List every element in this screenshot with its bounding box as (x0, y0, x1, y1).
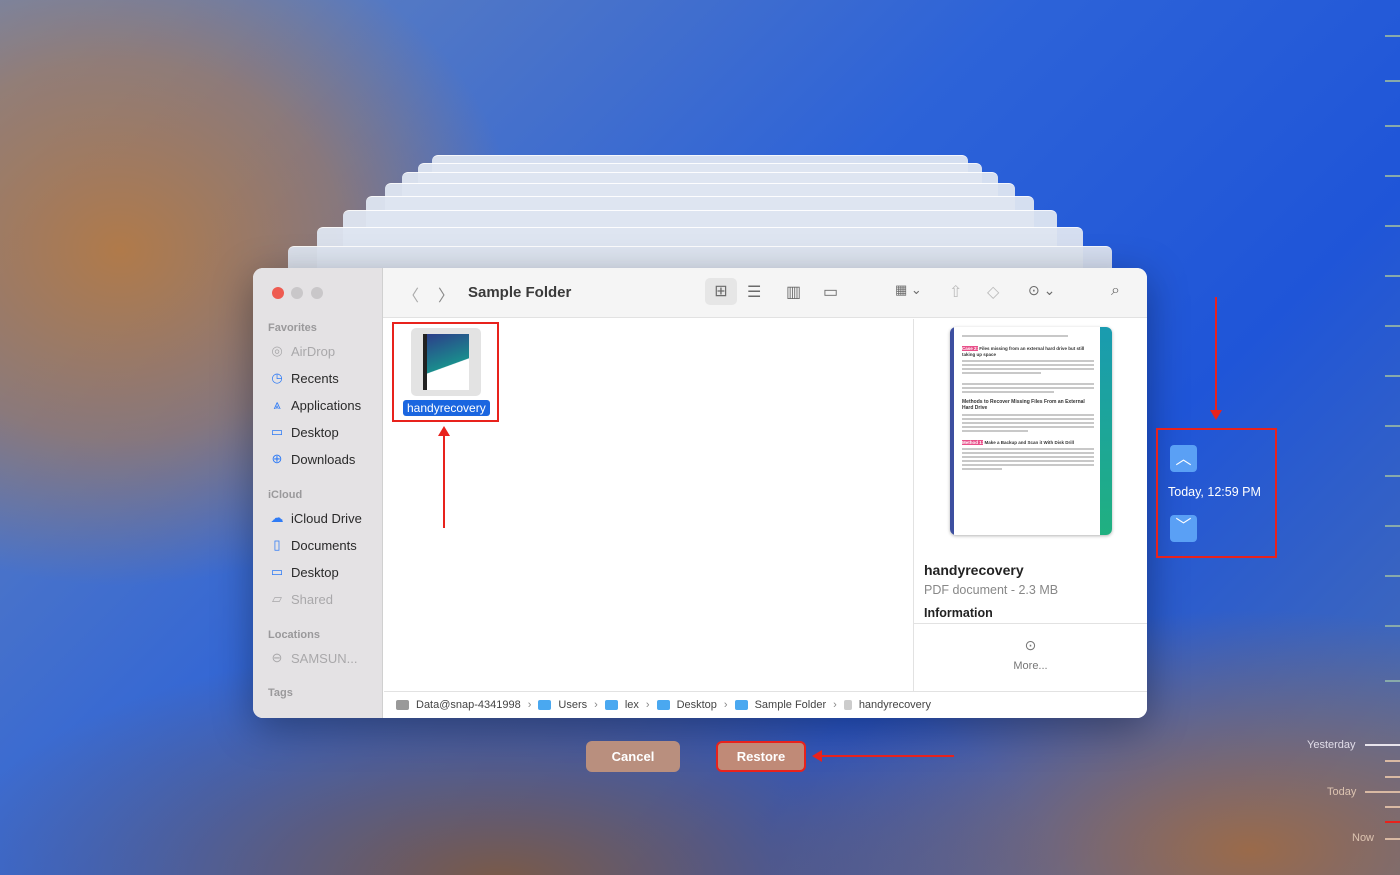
arrowhead-icon (438, 426, 450, 436)
more-button[interactable]: ⊙ More... (914, 637, 1147, 672)
cloud-icon: ☁ (270, 510, 284, 525)
timeline-label-yesterday[interactable]: Yesterday (1307, 739, 1356, 751)
annotation-file-box (392, 322, 499, 422)
applications-icon: ⩓ (273, 397, 281, 412)
sidebar: Favorites ◎ AirDrop ◷ Recents ⩓ Application… (253, 268, 383, 718)
arrowhead-icon (812, 750, 822, 762)
sidebar-item-samsung[interactable]: ⊖ SAMSUN... (269, 650, 358, 666)
pdf-preview: Case 2: Files missing from an external h… (950, 327, 1112, 535)
desktop-icon: ▭ (270, 564, 284, 579)
sidebar-item-documents[interactable]: ▯ Documents (269, 537, 356, 553)
clock-icon: ◷ (271, 370, 283, 385)
list-view-button[interactable]: ☰ (747, 282, 761, 302)
folder-icon (656, 700, 670, 710)
folder-icon (604, 700, 618, 710)
preview-file-name: handyrecovery (924, 562, 1024, 578)
arrowhead-icon (1210, 410, 1222, 420)
path-item[interactable]: handyrecovery (859, 699, 931, 711)
path-item[interactable]: Data@snap-4341998 (416, 699, 521, 711)
folder-icon (734, 700, 748, 710)
sidebar-item-shared[interactable]: ▱ Shared (269, 591, 333, 607)
desktop-icon: ▭ (270, 424, 284, 439)
gallery-view-button[interactable]: ▭ (823, 282, 838, 302)
forward-button[interactable]: 〉 (438, 282, 454, 306)
annotation-arrow-left (822, 755, 954, 757)
back-button[interactable]: 〈 (403, 282, 419, 306)
disk-icon (396, 700, 409, 710)
chevron-down-icon: ﹀ (1175, 518, 1192, 535)
window-title: Sample Folder (468, 284, 572, 301)
folder-icon (538, 700, 552, 710)
sidebar-item-airdrop[interactable]: ◎ AirDrop (269, 343, 335, 359)
next-backup-button[interactable]: ﹀ (1170, 515, 1197, 542)
minimize-button[interactable] (291, 287, 303, 299)
chevron-up-icon: ︿ (1175, 451, 1192, 468)
pdf-file-icon (843, 700, 852, 710)
column-view-button[interactable]: ▥ (786, 282, 801, 302)
backup-timestamp: Today, 12:59 PM (1168, 485, 1261, 499)
previous-backup-button[interactable]: ︿ (1170, 445, 1197, 472)
section-icloud: iCloud (268, 489, 303, 501)
drive-icon: ⊖ (271, 650, 283, 665)
section-locations: Locations (268, 629, 320, 641)
path-item[interactable]: Users (558, 699, 587, 711)
sidebar-item-desktop[interactable]: ▭ Desktop (269, 424, 339, 440)
timeline-label-now[interactable]: Now (1352, 832, 1374, 844)
close-button[interactable] (272, 287, 284, 299)
path-item[interactable]: Sample Folder (755, 699, 827, 711)
zoom-button[interactable] (311, 287, 323, 299)
sidebar-item-recents[interactable]: ◷ Recents (269, 370, 338, 386)
icon-view-button[interactable]: ⊞ (705, 278, 737, 305)
ellipsis-circle-icon: ⊙ (1024, 637, 1037, 653)
toolbar: 〈 〉 Sample Folder ⊞ ☰ ▥ ▭ ▦ ⌄ ⇧ ◇ ⊙ ⌄ ⌕ (383, 268, 1147, 318)
sidebar-item-downloads[interactable]: ⊕ Downloads (269, 451, 356, 467)
sidebar-item-icloud-drive[interactable]: ☁ iCloud Drive (269, 510, 362, 526)
timeline-label-today[interactable]: Today (1327, 786, 1356, 798)
annotation-arrow-up (443, 432, 445, 528)
path-bar: Data@snap-4341998 › Users › lex › Desktop › … (384, 691, 1147, 718)
path-item[interactable]: lex (625, 699, 639, 711)
share-icon[interactable]: ⇧ (949, 282, 962, 302)
information-heading: Information (924, 606, 993, 620)
cancel-button[interactable]: Cancel (586, 741, 680, 772)
preview-pane: Case 2: Files missing from an external h… (913, 319, 1147, 691)
preview-file-kind: PDF document - 2.3 MB (924, 583, 1059, 597)
section-favorites: Favorites (268, 322, 317, 334)
finder-window: Favorites ◎ AirDrop ◷ Recents ⩓ Application… (253, 268, 1147, 718)
path-item[interactable]: Desktop (677, 699, 717, 711)
annotation-arrow-down (1215, 297, 1217, 412)
restore-button[interactable]: Restore (716, 741, 806, 772)
sidebar-item-applications[interactable]: ⩓ Applications (269, 397, 361, 413)
airdrop-icon: ◎ (271, 343, 283, 358)
sidebar-item-icloud-desktop[interactable]: ▭ Desktop (269, 564, 339, 580)
search-icon[interactable]: ⌕ (1111, 282, 1120, 300)
tag-icon[interactable]: ◇ (987, 282, 999, 302)
group-button[interactable]: ▦ ⌄ (895, 282, 922, 298)
more-actions-button[interactable]: ⊙ ⌄ (1028, 282, 1055, 299)
section-tags: Tags (268, 687, 293, 699)
shared-folder-icon: ▱ (272, 591, 282, 606)
download-icon: ⊕ (271, 451, 283, 466)
document-icon: ▯ (273, 537, 281, 552)
